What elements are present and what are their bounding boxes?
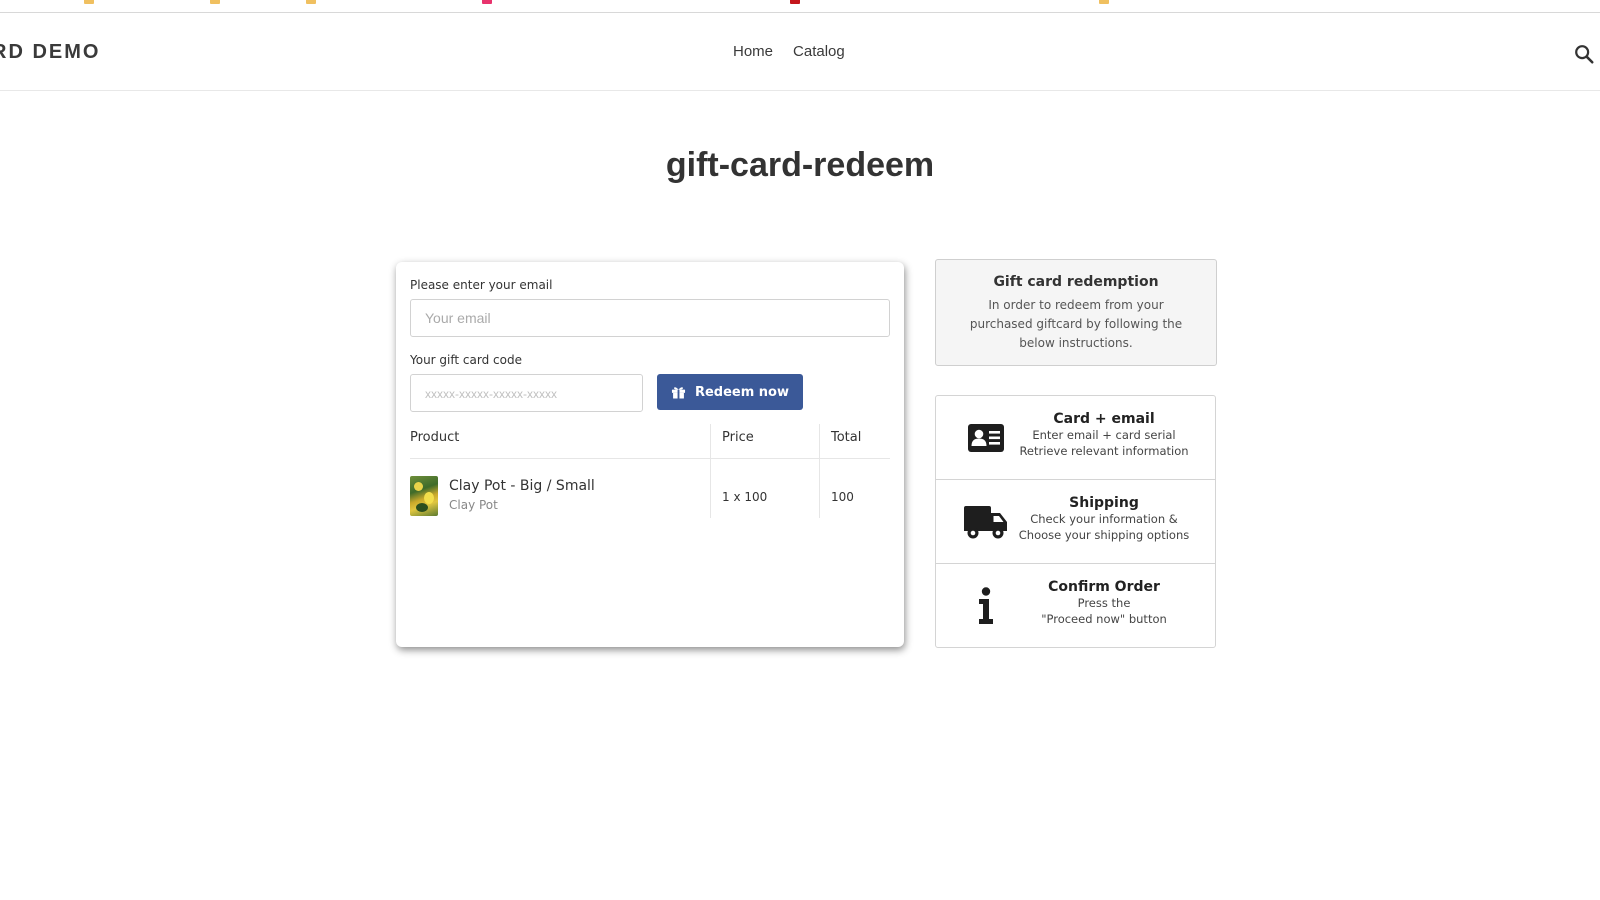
step-title: Confirm Order xyxy=(1048,579,1160,595)
step-line: Retrieve relevant information xyxy=(1019,444,1189,458)
redemption-info-box: Gift card redemption In order to redeem … xyxy=(935,259,1217,366)
email-label: Please enter your email xyxy=(410,278,553,292)
main-nav: Home Catalog xyxy=(733,43,845,60)
truck-icon xyxy=(964,506,1007,539)
step-line: Enter email + card serial xyxy=(1032,428,1176,442)
table-header-price: Price xyxy=(722,430,754,445)
redeem-form-card: Please enter your email Your gift card c… xyxy=(396,262,904,647)
search-icon[interactable] xyxy=(1573,43,1595,65)
bookmark-folder-icon[interactable] xyxy=(210,0,220,4)
redeem-now-label: Redeem now xyxy=(694,384,790,400)
table-header-product: Product xyxy=(410,430,460,445)
step-line: Check your information & xyxy=(1030,512,1178,526)
gift-code-label: Your gift card code xyxy=(410,353,522,367)
step-line: Press the xyxy=(1077,596,1131,610)
step-title: Card + email xyxy=(1053,411,1155,427)
product-price: 1 x 100 xyxy=(722,490,768,504)
bookmark-favicon-icon[interactable] xyxy=(790,0,800,4)
step-card-email: Card + email Enter email + card serial R… xyxy=(936,396,1215,480)
bookmark-folder-icon[interactable] xyxy=(1099,0,1109,4)
bookmark-folder-icon[interactable] xyxy=(84,0,94,4)
product-thumbnail[interactable] xyxy=(410,476,438,516)
product-name[interactable]: Clay Pot - Big / Small xyxy=(449,478,595,494)
info-text: In order to redeem from your purchased g… xyxy=(969,298,1183,350)
email-input[interactable] xyxy=(410,299,890,337)
site-header: RD DEMO Home Catalog xyxy=(0,13,1600,91)
bookmark-folder-icon[interactable] xyxy=(306,0,316,4)
table-header-total: Total xyxy=(831,430,862,445)
gift-code-input[interactable] xyxy=(410,374,643,412)
step-shipping: Shipping Check your information & Choose… xyxy=(936,480,1215,564)
redeem-now-button[interactable]: Redeem now xyxy=(657,374,803,410)
info-title: Gift card redemption xyxy=(993,274,1159,290)
info-icon xyxy=(979,587,993,624)
step-title: Shipping xyxy=(1069,495,1139,511)
bookmarks-bar xyxy=(0,0,1600,13)
column-divider xyxy=(710,424,711,518)
step-confirm-order: Confirm Order Press the "Proceed now" bu… xyxy=(936,564,1215,647)
bookmark-favicon-icon[interactable] xyxy=(482,0,492,4)
table-divider xyxy=(410,458,890,459)
step-line: "Proceed now" button xyxy=(1041,612,1167,626)
product-total: 100 xyxy=(831,490,854,504)
page-title: gift-card-redeem xyxy=(665,146,935,184)
nav-catalog-link[interactable]: Catalog xyxy=(793,43,845,60)
column-divider xyxy=(819,424,820,518)
steps-list: Card + email Enter email + card serial R… xyxy=(935,395,1216,648)
gift-icon xyxy=(671,387,686,399)
product-variant: Clay Pot xyxy=(449,498,498,512)
step-line: Choose your shipping options xyxy=(1018,528,1190,542)
site-logo[interactable]: RD DEMO xyxy=(0,41,100,64)
nav-home-link[interactable]: Home xyxy=(733,43,773,60)
id-card-icon xyxy=(968,424,1004,452)
